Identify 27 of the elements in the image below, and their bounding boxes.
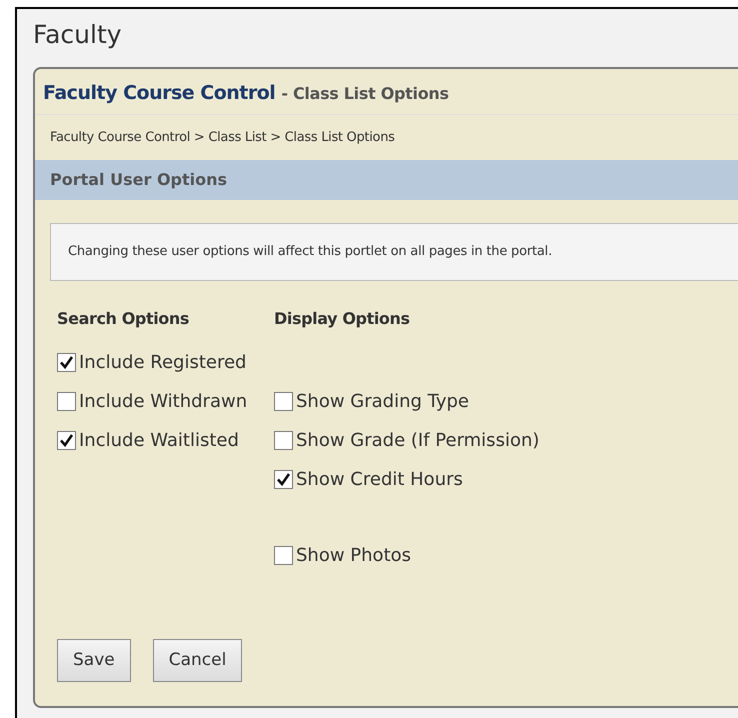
portlet-title: Faculty Course Control: [43, 81, 276, 106]
checkmark-icon: [59, 433, 74, 448]
checkbox-label: Include Withdrawn: [79, 390, 248, 414]
page-title: Faculty: [33, 19, 123, 51]
cancel-button[interactable]: Cancel: [152, 639, 242, 682]
column-heading: Display Options: [274, 308, 411, 330]
checkmark-icon: [276, 472, 291, 487]
checkbox[interactable]: [274, 431, 293, 450]
checkbox[interactable]: [57, 431, 76, 450]
checkbox-label: Show Grade (If Permission): [296, 429, 540, 453]
checkbox[interactable]: [274, 546, 293, 565]
checkbox[interactable]: [57, 353, 76, 372]
checkbox-label: Show Photos: [296, 544, 412, 568]
checkbox[interactable]: [274, 470, 293, 489]
checkbox-label: Show Grading Type: [296, 390, 469, 414]
save-button[interactable]: Save: [57, 639, 131, 682]
column-heading: Search Options: [57, 308, 190, 330]
checkbox-label: Include Registered: [79, 351, 246, 375]
checkbox[interactable]: [57, 392, 76, 411]
breadcrumb: Faculty Course Control > Class List > Class List Options: [50, 128, 395, 147]
checkbox[interactable]: [274, 392, 293, 411]
checkbox-label: Include Waitlisted: [79, 429, 239, 453]
checkmark-icon: [59, 355, 74, 370]
checkbox-label: Show Credit Hours: [296, 468, 463, 492]
portlet-subtitle: - Class List Options: [281, 83, 449, 105]
notice-text: Changing these user options will affect this portlet on all pages in the portal.: [68, 243, 552, 262]
section-title: Portal User Options: [50, 169, 228, 191]
